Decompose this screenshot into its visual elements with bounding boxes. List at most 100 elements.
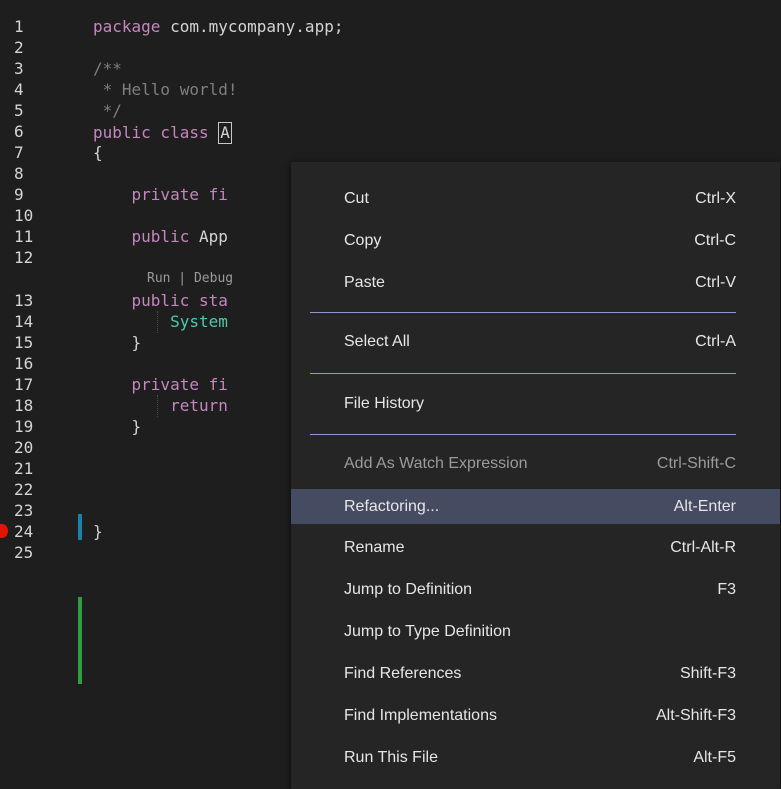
comment-line: /** [93,59,122,78]
code-line: } [93,522,103,541]
line-number: 10 [14,206,34,225]
line-number: 14 [14,312,34,331]
menu-item-find-references[interactable]: Find References Shift-F3 [291,658,780,690]
menu-item-label: Run This File [344,749,438,766]
code-line: package com.mycompany.app; [93,17,343,37]
menu-item-refactoring[interactable]: Refactoring... Alt-Enter [291,489,780,524]
indent-guide [157,311,158,333]
breakpoint-icon[interactable] [0,524,8,538]
menu-item-label: Cut [344,190,369,207]
line-number: 25 [14,543,34,562]
menu-item-copy[interactable]: Copy Ctrl-C [291,225,780,257]
code-line: return [93,396,228,416]
line-number: 8 [14,164,24,183]
menu-item-shortcut: Ctrl-C [694,232,736,249]
code-line: System [93,312,228,332]
menu-item-label: Jump to Definition [344,581,473,598]
menu-item-shortcut: Ctrl-V [695,274,736,291]
line-number: 20 [14,438,34,457]
line-number: 18 [14,396,34,415]
menu-item-label: Find References [344,665,462,682]
menu-item-jump-to-definition[interactable]: Jump to Definition F3 [291,574,780,606]
comment-line: */ [93,101,122,120]
line-number: 7 [14,143,24,162]
menu-item-shortcut: Ctrl-Shift-C [656,455,736,472]
line-number: 11 [14,227,34,246]
line-number: 1 [14,17,24,36]
line-number: 12 [14,248,34,267]
menu-item-label: Jump to Type Definition [344,623,511,640]
menu-item-run-this-file[interactable]: Run This File Alt-F5 [291,742,780,774]
menu-item-label: Refactoring... [344,497,440,515]
menu-separator [310,434,736,435]
type-name: System [170,312,228,331]
menu-item-shortcut: Ctrl-X [695,190,736,207]
line-number: 24 [14,522,34,541]
line-number: 6 [14,122,24,141]
code-line: } [93,333,142,352]
menu-item-label: File History [344,395,425,412]
menu-item-select-all[interactable]: Select All Ctrl-A [291,326,780,358]
line-number: 5 [14,101,24,120]
code-text: com.mycompany.app; [160,17,344,36]
keyword: public sta [131,291,228,310]
code-line: public class A [93,122,232,144]
indent-guide [157,395,158,417]
menu-item-shortcut: Alt-Enter [673,497,736,515]
line-number: 23 [14,501,34,520]
line-number-gutter[interactable]: 1 2 3 4 5 6 7 8 9 10 11 12 13 14 15 16 1… [0,0,83,789]
menu-item-rename[interactable]: Rename Ctrl-Alt-R [291,532,780,564]
added-lines-marker[interactable] [78,597,82,684]
context-menu: Cut Ctrl-X Copy Ctrl-C Paste Ctrl-V Sele… [291,162,780,789]
code-text: App [189,227,228,246]
code-line: private fi [93,375,228,395]
keyword: class [150,123,209,142]
menu-item-label: Find Implementations [344,707,497,724]
menu-item-add-as-watch-expression: Add As Watch Expression Ctrl-Shift-C [291,448,780,480]
codelens-run-debug[interactable]: Run | Debug [147,270,233,288]
line-number: 15 [14,333,34,352]
keyword: private fi [131,185,228,204]
line-number: 13 [14,291,34,310]
menu-item-jump-to-type-definition[interactable]: Jump to Type Definition [291,616,780,648]
menu-item-label: Copy [344,232,382,249]
keyword: return [170,396,228,415]
modified-line-marker[interactable] [78,514,82,540]
menu-separator [310,373,736,374]
code-line: } [93,417,142,436]
menu-item-paste[interactable]: Paste Ctrl-V [291,267,780,299]
menu-item-find-implementations[interactable]: Find Implementations Alt-Shift-F3 [291,700,780,732]
menu-item-shortcut: Ctrl-A [695,333,736,350]
code-line: private fi [93,185,228,205]
menu-item-shortcut: Alt-Shift-F3 [655,707,736,724]
line-number: 22 [14,480,34,499]
keyword: package [93,17,161,36]
menu-item-shortcut: F3 [717,581,736,598]
line-number: 16 [14,354,34,373]
menu-item-shortcut: Ctrl-Alt-R [670,539,736,556]
line-number: 21 [14,459,34,478]
menu-item-label: Add As Watch Expression [344,455,528,472]
menu-separator [310,312,736,313]
menu-item-label: Rename [344,539,405,556]
line-number: 2 [14,38,24,57]
menu-item-file-history[interactable]: File History [291,388,780,420]
menu-item-label: Select All [344,333,410,350]
line-number: 17 [14,375,34,394]
code-line: { [93,143,103,162]
code-line: public App [93,227,228,247]
line-number: 9 [14,185,24,204]
menu-item-label: Paste [344,274,385,291]
line-number: 4 [14,80,24,99]
code-line: public sta [93,291,228,311]
line-number: 3 [14,59,24,78]
comment-line: * Hello world! [93,80,238,99]
menu-item-cut[interactable]: Cut Ctrl-X [291,183,780,215]
